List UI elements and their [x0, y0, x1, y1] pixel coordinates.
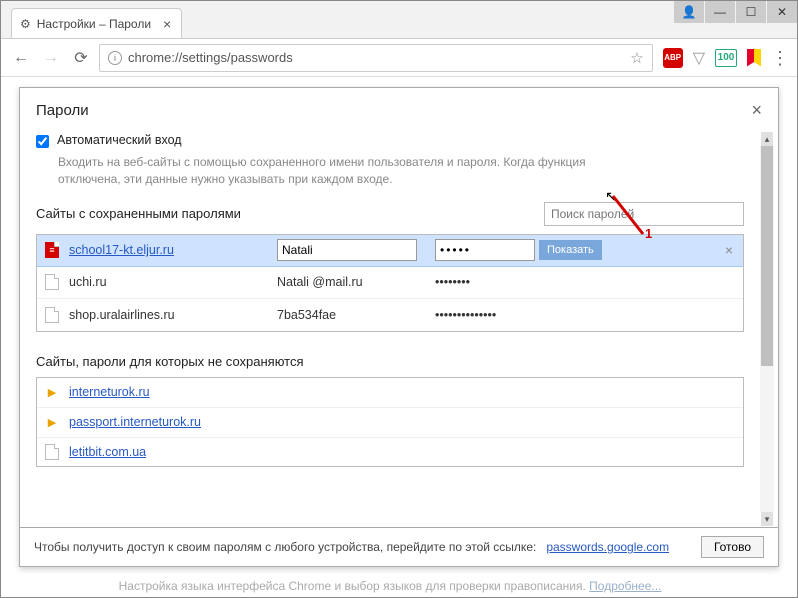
dialog-footer: Чтобы получить доступ к своим паролям с … — [20, 527, 778, 566]
window-titlebar: ⚙ Настройки – Пароли × 👤 — ☐ ✕ — [1, 1, 797, 39]
username-value: Natali @mail.ru — [277, 275, 427, 289]
adblock-icon[interactable]: ABP — [663, 48, 683, 68]
site-play-icon: ▶ — [43, 413, 61, 431]
table-row[interactable]: uchi.ru Natali @mail.ru •••••••• — [37, 267, 743, 299]
window-controls: 👤 — ☐ ✕ — [674, 1, 797, 23]
browser-tab[interactable]: ⚙ Настройки – Пароли × — [11, 8, 182, 38]
translate-icon[interactable]: 100 — [715, 49, 737, 67]
password-value: •••••••••••••• — [435, 308, 713, 322]
page-hint: Настройка языка интерфейса Chrome и выбо… — [1, 579, 779, 593]
site-file-icon — [45, 274, 59, 290]
dialog-close-button[interactable]: × — [751, 100, 762, 121]
auto-login-description: Входить на веб-сайты с помощью сохраненн… — [58, 154, 618, 188]
never-save-table: ▶ interneturok.ru ▶ passport.interneturo… — [36, 377, 744, 467]
never-section-title: Сайты, пароли для которых не сохраняются — [36, 354, 744, 369]
site-play-icon: ▶ — [43, 383, 61, 401]
tab-close-icon[interactable]: × — [163, 16, 171, 32]
site-info-icon[interactable]: i — [108, 51, 122, 65]
username-value: 7ba534fae — [277, 308, 427, 322]
site-text: uchi.ru — [69, 275, 107, 289]
password-search-input[interactable] — [544, 202, 744, 226]
username-field[interactable] — [277, 239, 417, 261]
yandex-bookmark-icon[interactable] — [747, 49, 761, 67]
table-row[interactable]: ▶ passport.interneturok.ru — [37, 408, 743, 438]
browser-toolbar: i ☆ ABP ▽ 100 ⋮ — [1, 39, 797, 77]
dialog-title: Пароли — [36, 102, 89, 119]
bookmark-star-icon[interactable]: ☆ — [630, 49, 643, 67]
back-button[interactable] — [9, 46, 33, 70]
site-link[interactable]: letitbit.com.ua — [69, 445, 146, 459]
show-password-button[interactable]: Показать — [539, 240, 602, 260]
minimize-button[interactable]: — — [705, 1, 735, 23]
password-value: •••••••• — [435, 275, 713, 289]
address-bar[interactable]: i ☆ — [99, 44, 653, 72]
table-row[interactable]: shop.uralairlines.ru 7ba534fae •••••••••… — [37, 299, 743, 331]
reload-button[interactable] — [69, 46, 93, 70]
footer-link[interactable]: passwords.google.com — [546, 540, 669, 554]
maximize-button[interactable]: ☐ — [736, 1, 766, 23]
url-input[interactable] — [128, 50, 624, 65]
tab-title: Настройки – Пароли — [37, 17, 151, 31]
forward-button[interactable] — [39, 46, 63, 70]
remove-row-button[interactable]: × — [721, 242, 737, 258]
chrome-menu-button[interactable]: ⋮ — [771, 49, 789, 67]
page-hint-link[interactable]: Подробнее... — [589, 579, 661, 593]
page-content: Пароли × ▴ ▾ Автоматический вход Входить… — [1, 77, 797, 597]
user-icon[interactable]: 👤 — [674, 1, 704, 23]
table-row[interactable]: letitbit.com.ua — [37, 438, 743, 467]
saved-passwords-table: ≡ school17-kt.eljur.ru Показать × uchi.r… — [36, 234, 744, 332]
site-link[interactable]: interneturok.ru — [69, 385, 150, 399]
site-doc-icon: ≡ — [45, 242, 59, 258]
site-link[interactable]: school17-kt.eljur.ru — [69, 243, 174, 257]
table-row[interactable]: ▶ interneturok.ru — [37, 378, 743, 408]
done-button[interactable]: Готово — [701, 536, 764, 558]
shield-icon[interactable]: ▽ — [693, 48, 705, 68]
auto-login-checkbox[interactable] — [36, 135, 49, 148]
page-hint-text: Настройка языка интерфейса Chrome и выбо… — [119, 579, 586, 593]
password-field[interactable] — [435, 239, 535, 261]
saved-section-title: Сайты с сохраненными паролями — [36, 206, 241, 221]
passwords-dialog: Пароли × ▴ ▾ Автоматический вход Входить… — [19, 87, 779, 567]
close-window-button[interactable]: ✕ — [767, 1, 797, 23]
site-file-icon — [45, 444, 59, 460]
site-file-icon — [45, 307, 59, 323]
gear-icon: ⚙ — [20, 17, 31, 31]
site-text: shop.uralairlines.ru — [69, 308, 175, 322]
auto-login-label: Автоматический вход — [57, 133, 182, 147]
site-link[interactable]: passport.interneturok.ru — [69, 415, 201, 429]
footer-text: Чтобы получить доступ к своим паролям с … — [34, 540, 536, 554]
extension-icons: ABP ▽ 100 ⋮ — [659, 48, 789, 68]
table-row[interactable]: ≡ school17-kt.eljur.ru Показать × — [37, 235, 743, 267]
